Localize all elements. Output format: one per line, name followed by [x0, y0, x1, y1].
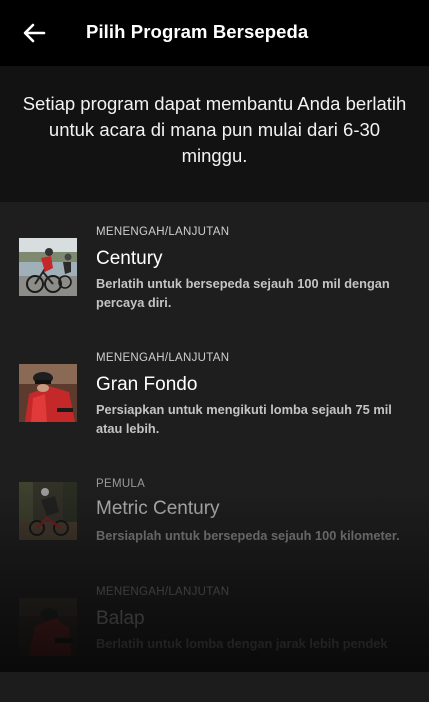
program-level: MENENGAH/LANJUTAN: [96, 586, 230, 598]
program-description: Berlatih untuk bersepeda sejauh 100 mil …: [96, 276, 390, 310]
program-description: Persiapkan untuk mengikuti lomba sejauh …: [96, 402, 392, 436]
program-name: Gran Fondo: [96, 374, 198, 395]
program-level: MENENGAH/LANJUTAN: [96, 226, 230, 238]
cyclist-red-jersey-photo: [19, 364, 77, 422]
cyclist-racing-photo: [19, 598, 77, 656]
program-level: PEMULA: [96, 478, 146, 490]
program-name: Balap: [96, 608, 145, 629]
program-item-century[interactable]: MENENGAH/LANJUTAN Century Berlatih untuk…: [0, 218, 429, 344]
program-description: Berlatih untuk lomba dengan jarak lebih …: [96, 636, 388, 651]
app-bar: Pilih Program Bersepeda: [0, 0, 429, 66]
program-name: Century: [96, 248, 163, 269]
program-name: Metric Century: [96, 498, 220, 519]
program-item-balap[interactable]: MENENGAH/LANJUTAN Balap Berlatih untuk l…: [0, 576, 429, 702]
program-level: MENENGAH/LANJUTAN: [96, 352, 230, 364]
program-description: Bersiaplah untuk bersepeda sejauh 100 ki…: [96, 528, 400, 543]
intro-banner: Setiap program dapat membantu Anda berla…: [0, 66, 429, 202]
cyclist-forest-photo: [19, 482, 77, 540]
cyclists-road-photo: [19, 238, 77, 296]
arrow-left-icon: [23, 23, 46, 43]
intro-text: Setiap program dapat membantu Anda berla…: [22, 93, 407, 166]
page-title: Pilih Program Bersepeda: [86, 21, 309, 42]
program-item-gran-fondo[interactable]: MENENGAH/LANJUTAN Gran Fondo Persiapkan …: [0, 344, 429, 470]
program-list: MENENGAH/LANJUTAN Century Berlatih untuk…: [0, 202, 429, 672]
back-button[interactable]: [20, 20, 48, 46]
